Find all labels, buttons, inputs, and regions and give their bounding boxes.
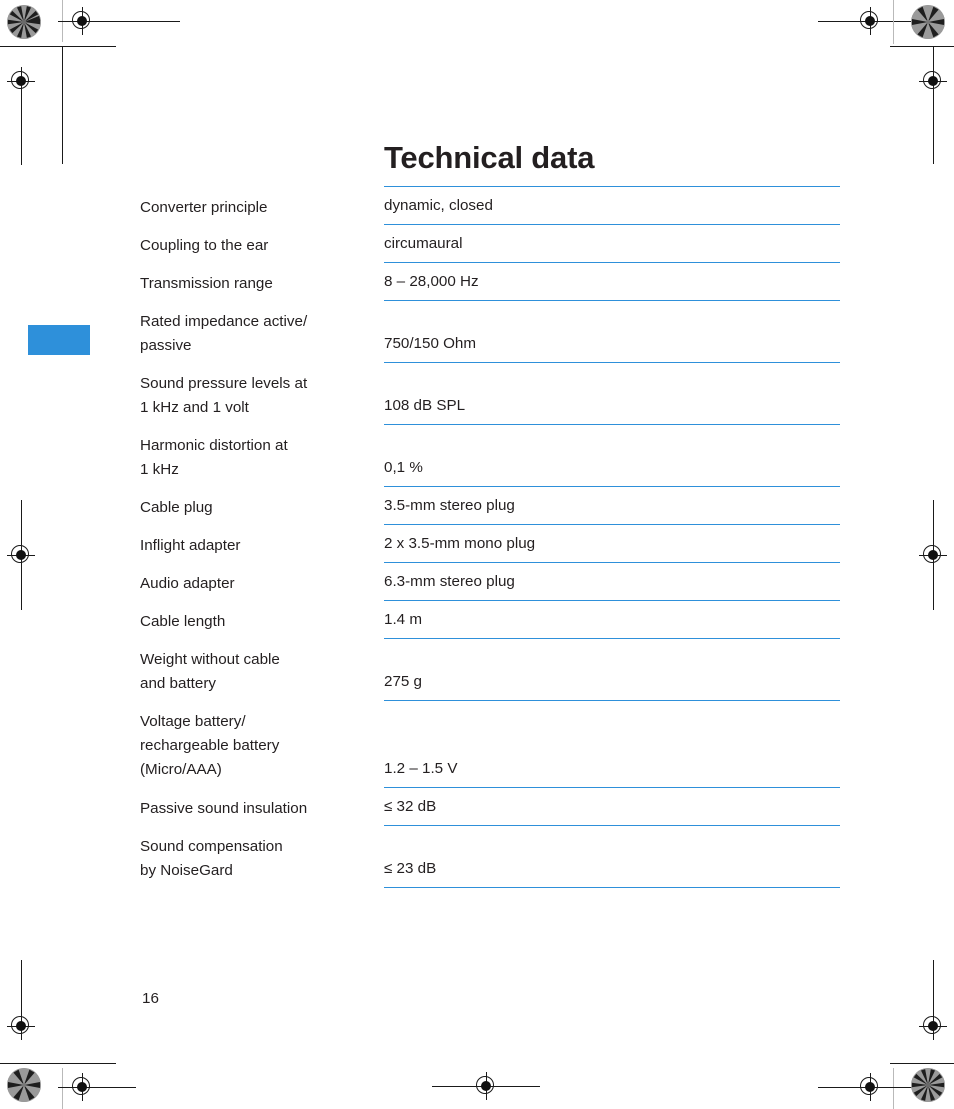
spec-label: Sound compensation by NoiseGard — [140, 838, 283, 879]
spec-value-cell: 108 dB SPL — [384, 362, 840, 424]
trim-rule-bottom-left-v2 — [62, 1068, 63, 1109]
spec-value: 108 dB SPL — [384, 397, 466, 414]
star-density-target-icon — [911, 5, 945, 39]
trim-rule-top-left-v2 — [62, 0, 63, 42]
table-row: Sound pressure levels at 1 kHz and 1 vol… — [140, 362, 840, 424]
table-row: Passive sound insulation ≤ 32 dB — [140, 787, 840, 825]
table-row: Harmonic distortion at 1 kHz 0,1 % — [140, 424, 840, 486]
page-title: Technical data — [384, 139, 595, 175]
spec-label: Rated impedance active/ passive — [140, 313, 308, 354]
spec-value: ≤ 32 dB — [384, 798, 437, 815]
thumb-index-tab — [28, 325, 90, 355]
spec-value-cell: ≤ 23 dB — [384, 825, 840, 887]
spec-value: 6.3-mm stereo plug — [384, 573, 515, 590]
spec-value: ≤ 23 dB — [384, 860, 437, 877]
table-row: Coupling to the ear circumaural — [140, 224, 840, 262]
spec-value: 1.2 – 1.5 V — [384, 760, 458, 777]
registration-target-icon — [472, 1072, 500, 1100]
table-row: Audio adapter 6.3-mm stereo plug — [140, 562, 840, 600]
spec-value-cell: 6.3-mm stereo plug — [384, 562, 840, 600]
table-row: Cable plug 3.5-mm stereo plug — [140, 486, 840, 524]
spec-label: Transmission range — [140, 275, 273, 292]
spec-value: circumaural — [384, 235, 463, 252]
page-number: 16 — [142, 990, 159, 1007]
spec-value: 1.4 m — [384, 611, 422, 628]
trim-rule-top-right-h2 — [890, 46, 954, 47]
spec-label: Coupling to the ear — [140, 237, 269, 254]
spec-label: Audio adapter — [140, 575, 235, 592]
spec-value-cell: dynamic, closed — [384, 186, 840, 224]
star-density-target-icon — [7, 5, 41, 39]
trim-rule-bottom-right-h — [890, 1063, 954, 1064]
table-row: Transmission range 8 – 28,000 Hz — [140, 262, 840, 300]
trim-rule-top-right-v — [893, 0, 894, 44]
table-row: Weight without cable and battery 275 g — [140, 638, 840, 700]
trim-rule-top-center-h — [58, 21, 136, 22]
table-row: Rated impedance active/ passive 750/150 O… — [140, 300, 840, 362]
trim-rule-right-mid-v — [933, 500, 934, 610]
trim-rule-bottom-left-h — [0, 1063, 116, 1064]
trim-rule-right-v — [933, 46, 934, 164]
trim-rule-top-left-v — [62, 46, 63, 164]
table-row: Converter principle dynamic, closed — [140, 186, 840, 224]
trim-rule-bottom-left-v — [21, 960, 22, 1040]
spec-value: 8 – 28,000 Hz — [384, 273, 479, 290]
spec-value: 750/150 Ohm — [384, 335, 477, 352]
registration-target-icon — [7, 1012, 35, 1040]
registration-target-icon — [856, 7, 884, 35]
table-row: Inflight adapter 2 x 3.5-mm mono plug — [140, 524, 840, 562]
trim-rule-bottom-right-h2 — [818, 1087, 912, 1088]
registration-target-icon — [68, 1073, 96, 1101]
registration-target-icon — [7, 67, 35, 95]
trim-rule-bottom-right-v — [933, 960, 934, 1040]
spec-value: dynamic, closed — [384, 197, 493, 214]
trim-rule-left-mid-v — [21, 500, 22, 610]
trim-rule-left-v — [21, 95, 22, 165]
technical-data-table: Converter principle dynamic, closed Coupli… — [140, 186, 840, 888]
spec-label: Voltage battery/ rechargeable battery (M… — [140, 713, 280, 778]
star-density-target-icon — [7, 1068, 41, 1102]
spec-label: Converter principle — [140, 199, 268, 216]
spec-label: Sound pressure levels at 1 kHz and 1 vol… — [140, 375, 308, 416]
spec-label: Harmonic distortion at 1 kHz — [140, 437, 288, 478]
trim-rule-top-left-h2 — [98, 21, 130, 22]
spec-value-cell: ≤ 32 dB — [384, 787, 840, 825]
spec-value: 0,1 % — [384, 459, 423, 476]
spec-label: Passive sound insulation — [140, 800, 308, 817]
spec-value: 3.5-mm stereo plug — [384, 497, 515, 514]
spec-label: Cable length — [140, 613, 226, 630]
trim-rule-bottom-left-h2 — [58, 1087, 136, 1088]
spec-value-cell: 0,1 % — [384, 424, 840, 486]
spec-value-cell: circumaural — [384, 224, 840, 262]
table-row: Voltage battery/ rechargeable battery (M… — [140, 700, 840, 787]
trim-rule-bottom-right-v2 — [893, 1068, 894, 1109]
spec-label: Inflight adapter — [140, 537, 241, 554]
spec-label: Weight without cable and battery — [140, 651, 280, 692]
trim-rule-top-right-h — [818, 21, 912, 22]
spec-value-cell: 275 g — [384, 638, 840, 700]
spec-label: Cable plug — [140, 499, 213, 516]
star-density-target-icon — [911, 1068, 945, 1102]
trim-rule-bottom-center-h — [432, 1086, 540, 1087]
registration-target-icon — [7, 541, 35, 569]
spec-value-cell: 3.5-mm stereo plug — [384, 486, 840, 524]
registration-target-icon — [919, 1012, 947, 1040]
spec-value: 275 g — [384, 673, 423, 690]
trim-rule-top-left-h — [0, 46, 116, 47]
registration-target-icon — [68, 7, 96, 35]
spec-value-cell: 2 x 3.5-mm mono plug — [384, 524, 840, 562]
table-row: Sound compensation by NoiseGard ≤ 23 dB — [140, 825, 840, 887]
spec-value-cell: 1.4 m — [384, 600, 840, 638]
trim-rule-top-h — [102, 21, 180, 22]
registration-target-icon — [856, 1073, 884, 1101]
registration-target-icon — [919, 67, 947, 95]
spec-value-cell: 750/150 Ohm — [384, 300, 840, 362]
spec-value: 2 x 3.5-mm mono plug — [384, 535, 536, 552]
table-bottom-rule — [384, 887, 840, 888]
table-row: Cable length 1.4 m — [140, 600, 840, 638]
spec-value-cell: 1.2 – 1.5 V — [384, 700, 840, 787]
registration-target-icon — [919, 541, 947, 569]
spec-value-cell: 8 – 28,000 Hz — [384, 262, 840, 300]
